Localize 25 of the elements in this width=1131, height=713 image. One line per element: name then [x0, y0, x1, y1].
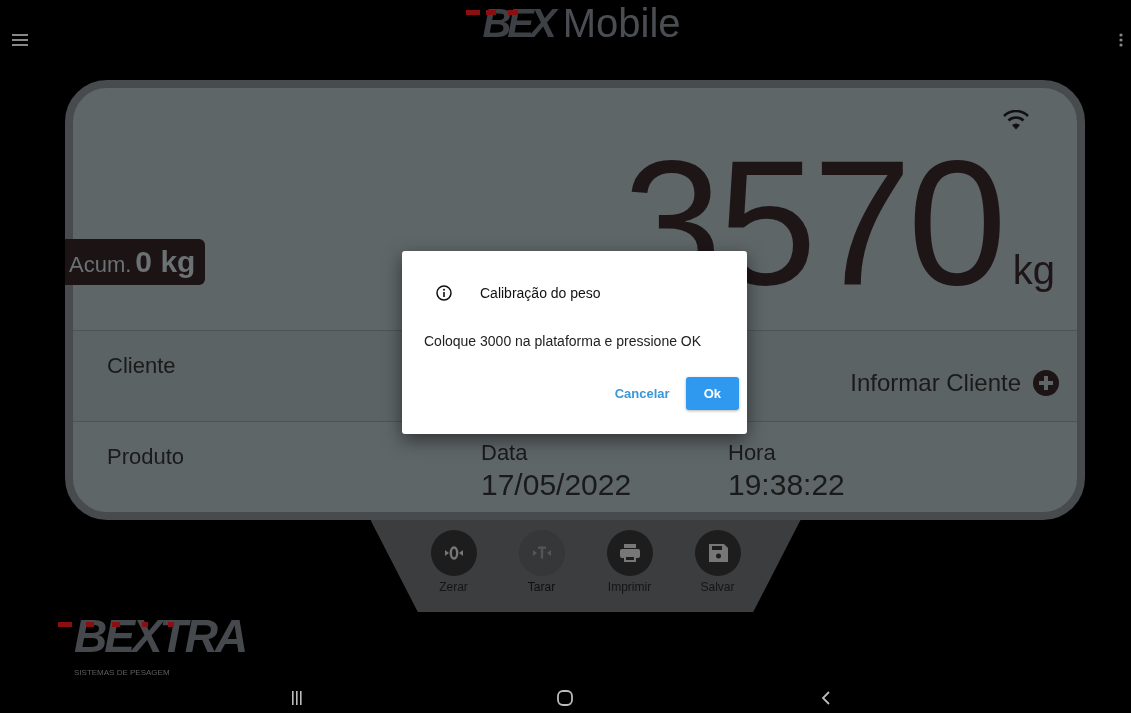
brand-tagline: SISTEMAS DE PESAGEM — [74, 667, 171, 677]
dialog-message: Coloque 3000 na plataforma e pressione OK — [424, 333, 703, 349]
plus-icon — [1033, 370, 1059, 396]
inform-client-button[interactable]: Informar Cliente — [850, 369, 1059, 397]
wifi-icon — [1003, 110, 1029, 130]
more-icon[interactable] — [1119, 33, 1123, 47]
home-icon[interactable] — [557, 690, 573, 706]
accumulated-value: 0 kg — [135, 245, 196, 279]
brand-logo: BEXTRA — [58, 608, 254, 666]
dialog-title: Calibração do peso — [480, 285, 601, 301]
row-label: Cliente — [107, 353, 176, 379]
info-icon — [436, 285, 452, 301]
ok-button[interactable]: Ok — [685, 377, 739, 410]
field-label: Data — [481, 440, 529, 466]
weight-unit: kg — [1012, 247, 1055, 293]
row-label: Produto — [107, 444, 185, 471]
back-icon[interactable] — [821, 691, 830, 705]
menu-icon[interactable] — [12, 34, 28, 46]
field-value: 19:38:22 — [728, 468, 846, 502]
logo-text: Mobile — [562, 1, 681, 46]
recent-apps-icon[interactable] — [292, 691, 302, 705]
field-label: Hora — [728, 440, 777, 466]
cancel-button[interactable]: Cancelar — [612, 377, 672, 410]
field-value: 17/05/2022 — [481, 468, 633, 502]
accumulated-label: Acum. — [69, 252, 132, 278]
